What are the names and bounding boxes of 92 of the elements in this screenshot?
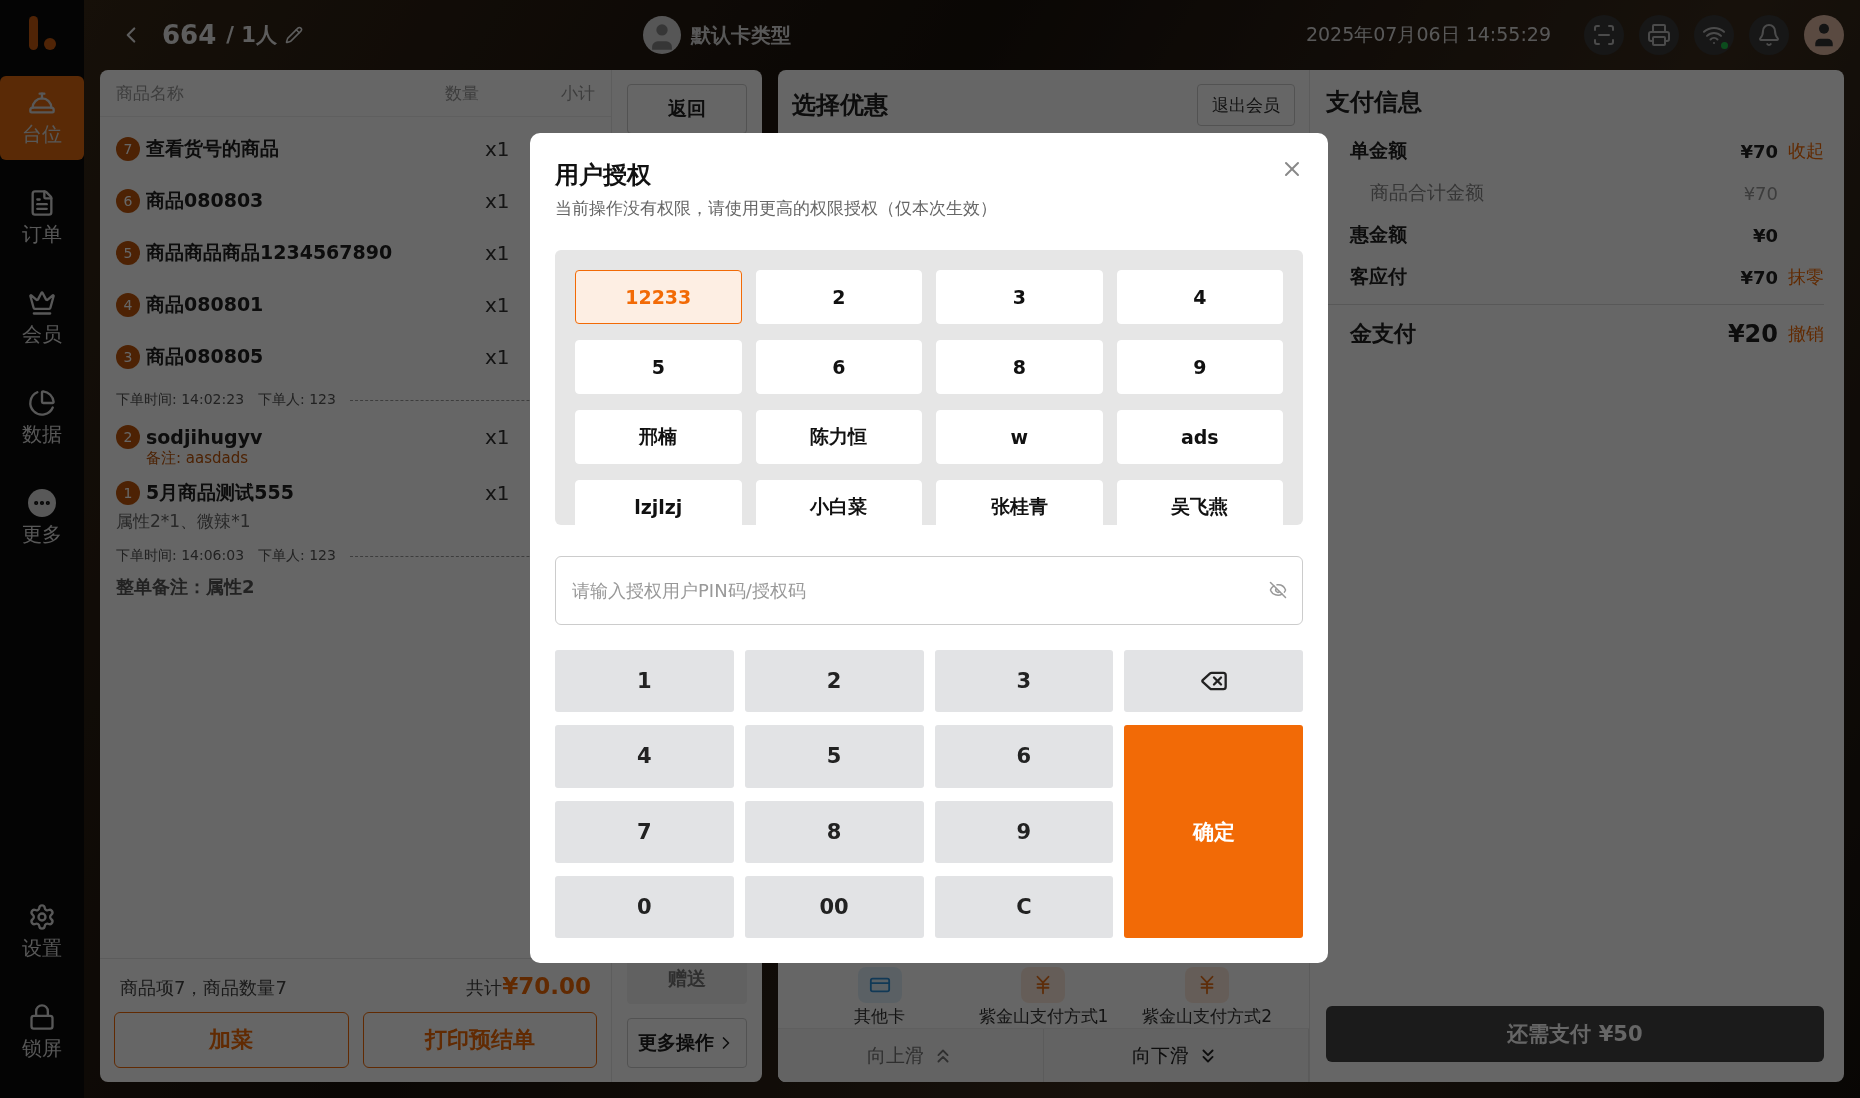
backspace-key[interactable] (1124, 650, 1303, 713)
pie-chart-icon (28, 388, 56, 417)
item-quantity: x1 (485, 481, 510, 505)
payment-label: 客应付 (1350, 264, 1408, 289)
bell-icon[interactable] (1749, 15, 1789, 55)
card-type: 默认卡类型 (690, 21, 791, 49)
item-index: 1 (116, 481, 140, 505)
user-option[interactable]: 张桂青 (936, 480, 1103, 525)
eye-off-icon[interactable] (1269, 581, 1287, 599)
keypad-key[interactable]: 7 (555, 800, 734, 863)
payment-amount: ¥70 (1740, 266, 1778, 288)
edit-icon[interactable] (284, 26, 303, 44)
order-by: 下单人: 123 (258, 547, 336, 565)
item-index: 5 (116, 241, 140, 265)
guest-count: / 1人 (226, 22, 277, 49)
user-option[interactable]: w (936, 410, 1103, 464)
item-quantity: x1 (485, 189, 510, 213)
item-name: 商品商品商品1234567890 (146, 240, 394, 265)
payment-label: 惠金额 (1350, 222, 1408, 247)
item-quantity: x1 (485, 345, 510, 369)
item-name: 查看货号的商品 (146, 136, 280, 161)
item-index: 2 (116, 425, 140, 449)
order-by: 下单人: 123 (258, 391, 336, 409)
total-label: 共计 (466, 976, 503, 1000)
printer-icon[interactable] (1639, 15, 1679, 55)
section-title: 选择优惠 (792, 90, 888, 121)
payment-amount: ¥20 (1727, 320, 1778, 348)
user-option[interactable]: 3 (936, 270, 1103, 324)
payment-label: 金支付 (1350, 320, 1417, 348)
user-option[interactable]: 小白菜 (755, 480, 922, 525)
user-option[interactable]: 6 (755, 340, 922, 394)
order-time: 下单时间: 14:06:03 (116, 547, 245, 565)
item-note: 备注: aasdads (146, 449, 250, 468)
item-index: 6 (116, 189, 140, 213)
avatar-icon[interactable] (1804, 15, 1844, 55)
keypad-key[interactable]: 6 (934, 725, 1114, 788)
dialog-subtitle: 当前操作没有权限，请使用更高的权限授权（仅本次生效） (555, 197, 997, 220)
order-note: 整单备注：属性2 (116, 575, 255, 599)
item-name: sodjihugyv (146, 426, 264, 448)
user-option[interactable]: 2 (755, 270, 922, 324)
keypad-key[interactable]: 9 (934, 800, 1114, 863)
item-index: 4 (116, 293, 140, 317)
avatar-icon (642, 16, 681, 54)
user-option[interactable]: 8 (936, 340, 1103, 394)
yen-coin-icon[interactable] (1185, 967, 1230, 1003)
item-index: 3 (116, 345, 140, 369)
wifi-icon[interactable] (1694, 15, 1734, 55)
keypad-key[interactable]: 3 (934, 650, 1114, 713)
user-option[interactable]: ads (1116, 410, 1283, 464)
card-icon[interactable] (857, 967, 902, 1003)
settings-icon (28, 902, 56, 931)
item-name: 5月商品测试555 (146, 480, 295, 505)
section-title: 支付信息 (1326, 87, 1423, 118)
user-option[interactable]: 陈力恒 (755, 410, 922, 464)
lock-icon (28, 1002, 56, 1031)
payment-amount: ¥70 (1740, 140, 1778, 162)
order-time: 下单时间: 14:02:23 (116, 391, 245, 409)
item-quantity: x1 (485, 137, 510, 161)
keypad-key[interactable]: 2 (744, 650, 924, 713)
user-option[interactable]: 9 (1116, 340, 1283, 394)
user-option[interactable]: 吴飞燕 (1116, 480, 1283, 525)
user-option[interactable]: 4 (1116, 270, 1283, 324)
item-name: 商品080801 (146, 292, 265, 317)
payment-amount: ¥0 (1752, 224, 1778, 246)
keypad-key[interactable]: 00 (744, 875, 924, 938)
item-name: 商品080805 (146, 344, 265, 369)
yen-coin-icon[interactable] (1021, 967, 1066, 1003)
item-quantity: x1 (485, 241, 510, 265)
date-time: 2025年07月06日 14:55:29 (1305, 22, 1551, 47)
keypad-key[interactable]: 4 (555, 725, 734, 788)
keypad-key[interactable]: 8 (744, 800, 924, 863)
keypad-key[interactable]: 1 (555, 650, 734, 713)
item-index: 7 (116, 137, 140, 161)
table-number: 664 (162, 20, 217, 50)
user-option[interactable]: 邢楠 (575, 410, 742, 464)
keypad-key[interactable]: 5 (744, 725, 924, 788)
pin-field[interactable]: 请输入授权用户PIN码/授权码 (555, 556, 1303, 625)
payment-label: 单金额 (1350, 138, 1408, 163)
item-quantity: x1 (485, 293, 510, 317)
more-icon (28, 488, 56, 517)
keypad-key[interactable]: 0 (555, 875, 734, 938)
scan-icon[interactable] (1584, 15, 1624, 55)
item-name: 商品080803 (146, 188, 265, 213)
user-option[interactable]: 5 (575, 340, 742, 394)
item-attributes: 属性2*1、微辣*1 (116, 510, 252, 533)
dialog-title: 用户授权 (555, 160, 651, 191)
item-summary: 商品项7，商品数量7 (120, 976, 288, 1000)
item-quantity: x1 (485, 425, 510, 449)
total-amount: ¥70.00 (502, 973, 591, 999)
crown-icon (28, 288, 56, 317)
keypad-key[interactable]: C (934, 875, 1114, 938)
user-option[interactable]: lzjlzj (575, 480, 742, 525)
